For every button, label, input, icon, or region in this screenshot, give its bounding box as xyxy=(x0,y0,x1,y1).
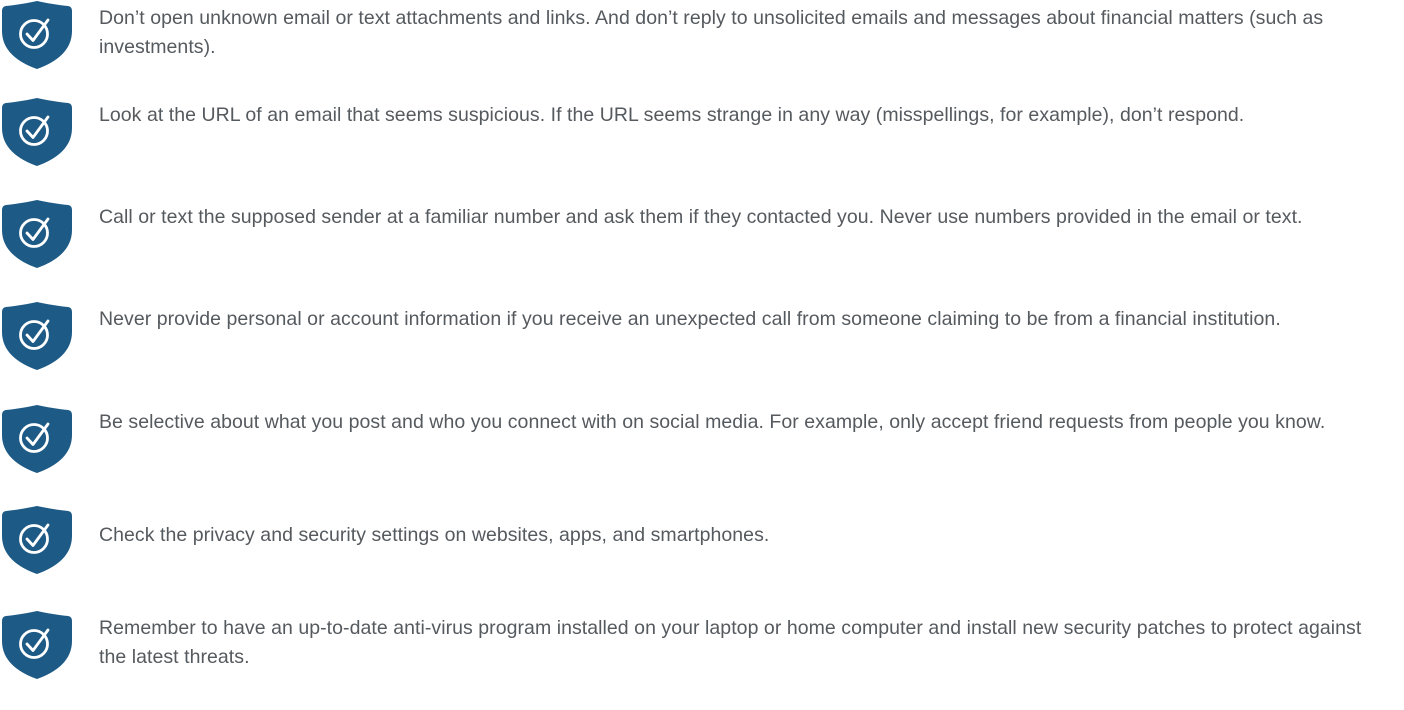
security-tips-list: Don’t open unknown email or text attachm… xyxy=(0,0,1404,710)
tip-text: Never provide personal or account inform… xyxy=(99,308,1281,330)
tip-item: Call or text the supposed sender at a fa… xyxy=(0,199,1404,293)
tip-text: Call or text the supposed sender at a fa… xyxy=(99,206,1303,228)
shield-check-icon xyxy=(0,301,74,371)
tip-text: Be selective about what you post and who… xyxy=(99,411,1326,433)
tip-item: Be selective about what you post and who… xyxy=(0,404,1404,498)
tip-item: Look at the URL of an email that seems s… xyxy=(0,97,1404,191)
tip-text: Check the privacy and security settings … xyxy=(99,524,770,546)
tip-item: Remember to have an up-to-date anti-viru… xyxy=(0,610,1404,704)
tip-text: Look at the URL of an email that seems s… xyxy=(99,104,1245,126)
shield-check-icon xyxy=(0,404,74,474)
tip-item: Don’t open unknown email or text attachm… xyxy=(0,0,1404,94)
tip-text: Don’t open unknown email or text attachm… xyxy=(99,7,1324,58)
tip-item: Check the privacy and security settings … xyxy=(0,505,1404,599)
shield-check-icon xyxy=(0,0,74,70)
shield-check-icon xyxy=(0,505,74,575)
shield-check-icon xyxy=(0,610,74,680)
tip-text: Remember to have an up-to-date anti-viru… xyxy=(99,617,1362,668)
shield-check-icon xyxy=(0,97,74,167)
shield-check-icon xyxy=(0,199,74,269)
tip-item: Never provide personal or account inform… xyxy=(0,301,1404,395)
